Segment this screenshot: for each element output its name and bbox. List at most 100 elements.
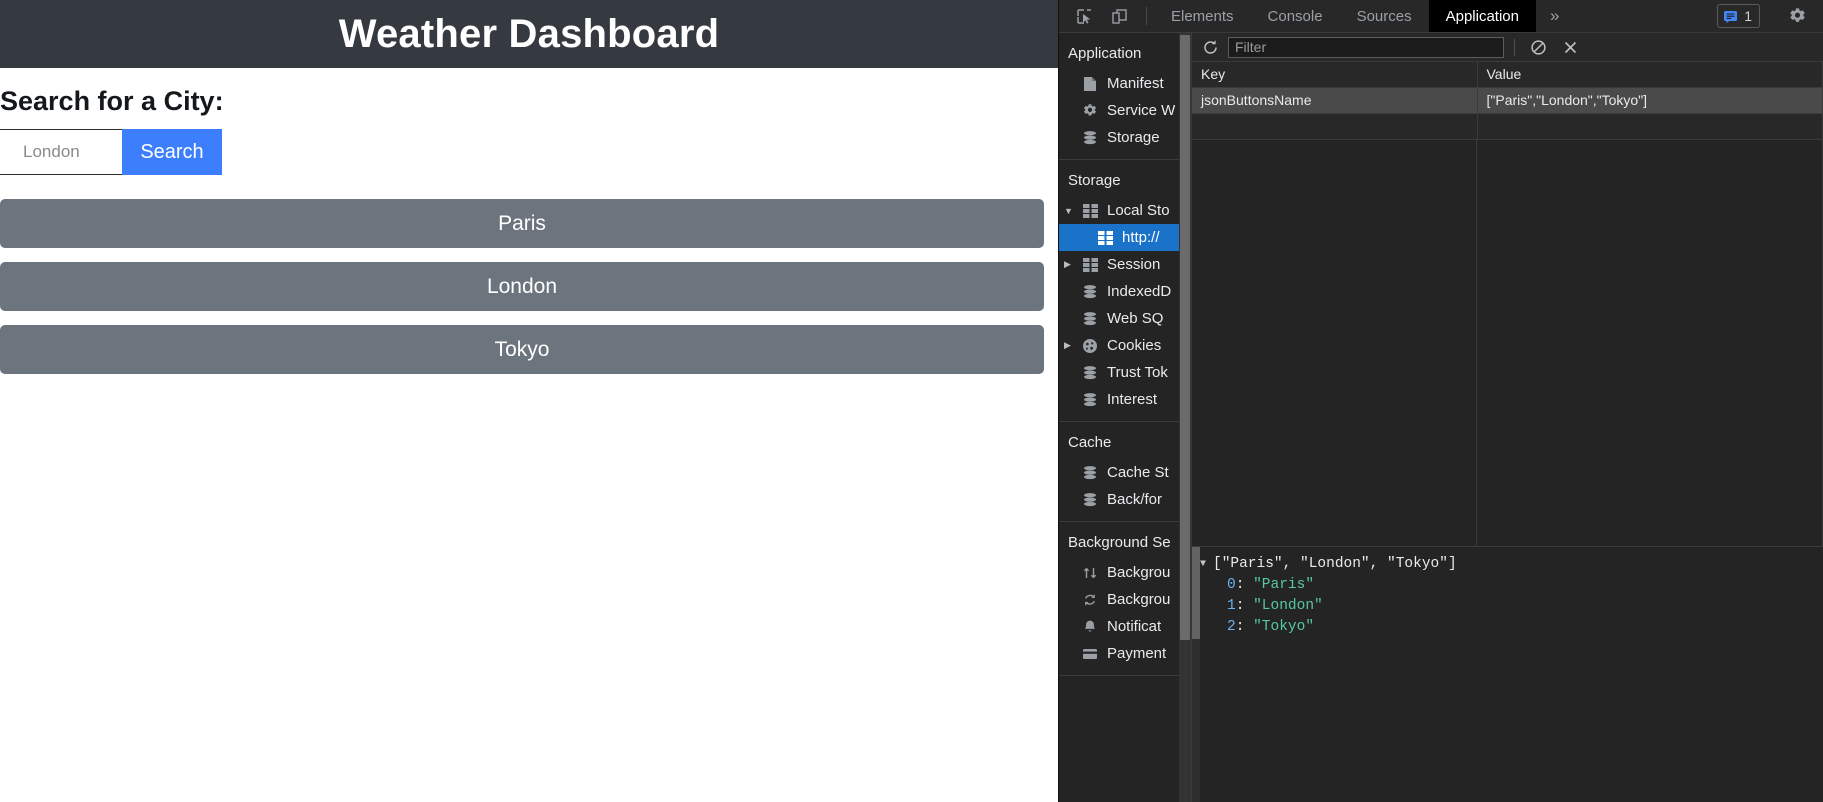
- sidebar-item-back-forward-cache[interactable]: ▶ Back/for: [1059, 486, 1191, 513]
- sidebar-item-session-storage[interactable]: ▶ Session: [1059, 251, 1191, 278]
- cell-value[interactable]: ["Paris","London","Tokyo"]: [1477, 87, 1823, 114]
- table-header-row: Key Value: [1192, 62, 1823, 88]
- sidebar-item-background-fetch[interactable]: ▶ Backgrou: [1059, 559, 1191, 586]
- sidebar-item-payment-handler[interactable]: ▶ Payment: [1059, 640, 1191, 667]
- chevron-right-icon[interactable]: ▶: [1064, 340, 1077, 351]
- close-x-icon[interactable]: [1557, 35, 1583, 59]
- devtools-body: Application ▶ Manifest ▶ Service W: [1059, 33, 1823, 802]
- chevron-placeholder-icon: ▶: [1064, 594, 1077, 605]
- chevron-placeholder-icon: ▶: [1064, 494, 1077, 505]
- preview-scrollbar-thumb[interactable]: [1192, 547, 1200, 639]
- cell-key[interactable]: jsonButtonsName: [1192, 87, 1478, 114]
- table-empty-row[interactable]: [1192, 113, 1823, 140]
- chevron-placeholder-icon: ▶: [1064, 286, 1077, 297]
- table-grid-icon: [1080, 257, 1100, 272]
- sidebar-item-label: Session: [1107, 256, 1161, 273]
- devtools-panel: Elements Console Sources Application » 1: [1058, 0, 1823, 802]
- sidebar-section-title-application: Application: [1068, 45, 1142, 62]
- sync-arrows-icon: [1080, 592, 1100, 608]
- sidebar-item-background-sync[interactable]: ▶ Backgrou: [1059, 586, 1191, 613]
- sidebar-scrollbar[interactable]: [1179, 33, 1191, 802]
- table-filler-key-column: [1192, 140, 1477, 546]
- table-row[interactable]: jsonButtonsName ["Paris","London","Tokyo…: [1192, 87, 1823, 114]
- sidebar-item-cache-storage[interactable]: ▶ Cache St: [1059, 459, 1191, 486]
- preview-entry-value: "Tokyo": [1253, 619, 1315, 635]
- sidebar-item-service-workers[interactable]: ▶ Service W: [1059, 97, 1191, 124]
- sidebar-item-local-storage-origin[interactable]: http://: [1059, 224, 1191, 251]
- device-toolbar-icon[interactable]: [1106, 3, 1132, 29]
- cell-value-empty[interactable]: [1477, 113, 1823, 140]
- preview-summary-row[interactable]: ▼ ["Paris", "London", "Tokyo"]: [1200, 554, 1823, 575]
- sidebar-item-web-sql[interactable]: ▶ Web SQ: [1059, 305, 1191, 332]
- page-viewport: Weather Dashboard Search for a City: Sea…: [0, 0, 1058, 802]
- tab-elements[interactable]: Elements: [1154, 0, 1251, 32]
- table-grid-icon: [1095, 230, 1115, 245]
- value-preview-pane: ▼ ["Paris", "London", "Tokyo"] 0 : "Pari…: [1192, 546, 1823, 802]
- preview-entry-index: 1: [1227, 598, 1236, 614]
- preview-entry-colon: :: [1235, 619, 1254, 635]
- sidebar-item-label: Storage: [1107, 129, 1160, 146]
- sidebar-item-label: Web SQ: [1107, 310, 1164, 327]
- toolbar-divider: [1146, 7, 1147, 25]
- chevron-placeholder-icon: ▶: [1064, 367, 1077, 378]
- column-header-key[interactable]: Key: [1192, 62, 1478, 88]
- city-button-paris[interactable]: Paris: [0, 199, 1044, 248]
- preview-entry-value: "London": [1253, 598, 1323, 614]
- chevron-placeholder-icon: ▶: [1064, 132, 1077, 143]
- table-grid-icon: [1080, 203, 1100, 218]
- sidebar-item-label: Service W: [1107, 102, 1176, 119]
- chevron-placeholder-icon: ▶: [1064, 567, 1077, 578]
- sidebar-item-manifest[interactable]: ▶ Manifest: [1059, 70, 1191, 97]
- preview-entry-row: 0 : "Paris": [1200, 575, 1823, 596]
- payment-card-icon: [1080, 647, 1100, 661]
- page-title: Weather Dashboard: [338, 11, 720, 56]
- chevron-placeholder-icon: ▶: [1064, 394, 1077, 405]
- preview-entry-index: 0: [1227, 577, 1236, 593]
- sidebar-item-trust-tokens[interactable]: ▶ Trust Tok: [1059, 359, 1191, 386]
- sidebar-item-label: IndexedD: [1107, 283, 1172, 300]
- chevron-down-icon[interactable]: ▼: [1200, 554, 1213, 576]
- sidebar-scrollbar-thumb[interactable]: [1180, 35, 1190, 640]
- sidebar-item-storage[interactable]: ▶ Storage: [1059, 124, 1191, 151]
- sidebar-item-label: Back/for: [1107, 491, 1163, 508]
- sidebar-item-notifications[interactable]: ▶ Notificat: [1059, 613, 1191, 640]
- sidebar-item-label: Local Sto: [1107, 202, 1170, 219]
- chevron-down-icon[interactable]: ▼: [1064, 206, 1077, 216]
- preview-summary: ["Paris", "London", "Tokyo"]: [1213, 556, 1457, 572]
- sidebar-item-interest-groups[interactable]: ▶ Interest: [1059, 386, 1191, 413]
- city-button-london[interactable]: London: [0, 262, 1044, 311]
- chevron-placeholder-icon: ▶: [1064, 313, 1077, 324]
- devtools-sidebar: Application ▶ Manifest ▶ Service W: [1059, 33, 1192, 802]
- database-icon: [1080, 130, 1100, 146]
- more-tabs-chevron-icon[interactable]: »: [1536, 0, 1573, 32]
- sidebar-section-title-background-services: Background Se: [1068, 534, 1171, 551]
- chevron-right-icon[interactable]: ▶: [1064, 259, 1077, 270]
- filter-input[interactable]: [1228, 36, 1504, 58]
- column-header-value[interactable]: Value: [1477, 62, 1823, 88]
- refresh-icon[interactable]: [1198, 36, 1222, 58]
- chevron-placeholder-icon: ▶: [1064, 105, 1077, 116]
- clear-all-no-entry-icon[interactable]: [1525, 35, 1551, 59]
- page-header: Weather Dashboard: [0, 0, 1058, 68]
- sidebar-item-local-storage[interactable]: ▼ Local Sto: [1059, 197, 1191, 224]
- search-input[interactable]: [0, 129, 122, 175]
- sidebar-item-indexeddb[interactable]: ▶ IndexedD: [1059, 278, 1191, 305]
- issues-count: 1: [1744, 8, 1752, 24]
- city-button-tokyo[interactable]: Tokyo: [0, 325, 1044, 374]
- table-filler: [1192, 140, 1823, 546]
- tab-application[interactable]: Application: [1428, 0, 1536, 32]
- sidebar-item-cookies[interactable]: ▶ Cookies: [1059, 332, 1191, 359]
- tab-sources[interactable]: Sources: [1340, 0, 1429, 32]
- search-button[interactable]: Search: [122, 129, 222, 175]
- sidebar-item-label: Payment: [1107, 645, 1167, 662]
- page-body: Search for a City: Search Paris London T…: [0, 86, 1058, 374]
- tab-console[interactable]: Console: [1251, 0, 1340, 32]
- cell-key-empty[interactable]: [1192, 113, 1478, 140]
- preview-scrollbar[interactable]: [1192, 547, 1200, 802]
- gear-icon[interactable]: [1783, 3, 1811, 29]
- devtools-tabs: Elements Console Sources Application: [1154, 0, 1536, 32]
- inspect-element-icon[interactable]: [1071, 3, 1097, 29]
- issues-badge[interactable]: 1: [1717, 4, 1760, 28]
- manifest-document-icon: [1080, 76, 1100, 92]
- cookie-icon: [1080, 338, 1100, 354]
